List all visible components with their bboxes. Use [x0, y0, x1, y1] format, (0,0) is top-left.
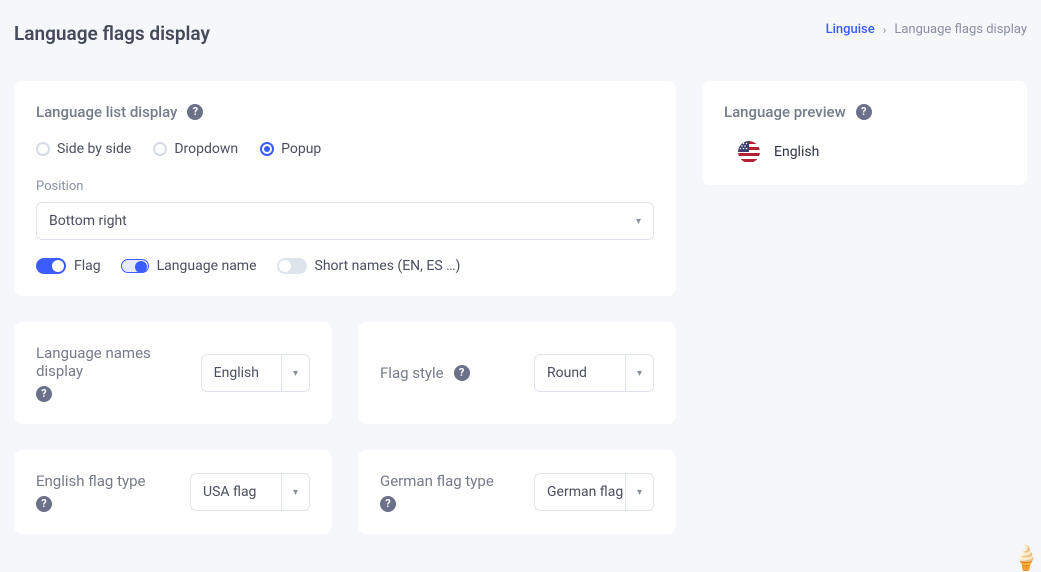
toggle-row: Flag Language name Short names (EN, ES …… — [36, 258, 654, 274]
usa-flag-icon — [738, 141, 760, 163]
chevron-down-icon: ▾ — [637, 487, 642, 498]
language-names-display-card: Language names display ? English ▾ — [14, 322, 332, 424]
card-label-text: Flag style — [380, 364, 444, 382]
select-value: German flag — [535, 484, 625, 500]
card-title-text: Language preview — [724, 103, 846, 121]
breadcrumb-current: Language flags display — [894, 22, 1027, 37]
select-caret: ▾ — [625, 355, 653, 391]
radio-label: Side by side — [57, 141, 131, 157]
breadcrumb-home-link[interactable]: Linguise — [826, 22, 875, 37]
language-list-display-card: Language list display ? Side by side Dro… — [14, 81, 676, 296]
preview-content: English — [724, 141, 1005, 163]
radio-label: Popup — [281, 141, 321, 157]
toggle-label: Language name — [157, 258, 257, 274]
language-preview-card: Language preview ? — [702, 81, 1027, 185]
radio-side-by-side[interactable]: Side by side — [36, 141, 131, 157]
page-header: Language flags display Linguise › Langua… — [14, 22, 1027, 45]
help-icon[interactable]: ? — [36, 386, 52, 402]
help-icon[interactable]: ? — [187, 104, 203, 120]
display-mode-radio-group: Side by side Dropdown Popup — [36, 141, 654, 157]
select-value: USA flag — [191, 484, 281, 500]
spacer — [702, 322, 1027, 424]
card-label-text: Language names display — [36, 344, 187, 380]
page-title: Language flags display — [14, 22, 210, 45]
card-label-text: German flag type — [380, 472, 494, 490]
toggle-label: Flag — [74, 258, 101, 274]
german-flag-type-card: German flag type ? German flag ▾ — [358, 450, 676, 534]
radio-label: Dropdown — [174, 141, 238, 157]
toggle-short-names: Short names (EN, ES …) — [277, 258, 461, 274]
german-flag-select[interactable]: German flag ▾ — [534, 473, 654, 511]
help-icon[interactable]: ? — [380, 496, 396, 512]
radio-dropdown[interactable]: Dropdown — [153, 141, 238, 157]
card-label: English flag type ? — [36, 472, 145, 512]
card-title: Language preview ? — [724, 103, 1005, 121]
select-caret: ▾ — [281, 355, 309, 391]
select-value: English — [202, 365, 281, 381]
card-label: Language names display ? — [36, 344, 187, 402]
flag-style-card: Flag style ? Round ▾ — [358, 322, 676, 424]
breadcrumb: Linguise › Language flags display — [826, 22, 1027, 37]
language-name-toggle[interactable] — [121, 259, 149, 273]
radio-circle-icon — [260, 142, 274, 156]
help-icon[interactable]: ? — [454, 365, 470, 381]
preview-language-text: English — [774, 144, 819, 160]
short-names-toggle[interactable] — [277, 258, 307, 274]
radio-popup[interactable]: Popup — [260, 141, 321, 157]
card-label-text: English flag type — [36, 472, 145, 490]
card-label: Flag style ? — [380, 364, 470, 382]
chevron-down-icon: ▾ — [293, 368, 298, 379]
chevron-right-icon: › — [883, 23, 887, 37]
ice-cream-icon: 🍦 — [1011, 544, 1041, 572]
flag-toggle[interactable] — [36, 258, 66, 274]
chevron-down-icon: ▾ — [636, 216, 641, 227]
chevron-down-icon: ▾ — [293, 487, 298, 498]
help-icon[interactable]: ? — [36, 496, 52, 512]
radio-circle-icon — [36, 142, 50, 156]
radio-circle-icon — [153, 142, 167, 156]
chevron-down-icon: ▾ — [637, 368, 642, 379]
flag-style-select[interactable]: Round ▾ — [534, 354, 654, 392]
english-flag-type-card: English flag type ? USA flag ▾ — [14, 450, 332, 534]
select-caret: ▾ — [625, 474, 653, 510]
select-caret: ▾ — [281, 474, 309, 510]
card-title-text: Language list display — [36, 103, 177, 121]
english-flag-select[interactable]: USA flag ▾ — [190, 473, 310, 511]
card-label: German flag type ? — [380, 472, 494, 512]
position-label: Position — [36, 179, 654, 194]
card-title: Language list display ? — [36, 103, 654, 121]
select-value: Bottom right — [49, 213, 127, 229]
help-icon[interactable]: ? — [856, 104, 872, 120]
select-value: Round — [535, 365, 625, 381]
names-display-select[interactable]: English ▾ — [201, 354, 310, 392]
toggle-label: Short names (EN, ES …) — [315, 258, 461, 274]
toggle-language-name: Language name — [121, 258, 257, 274]
toggle-flag: Flag — [36, 258, 101, 274]
position-select[interactable]: Bottom right ▾ — [36, 202, 654, 240]
